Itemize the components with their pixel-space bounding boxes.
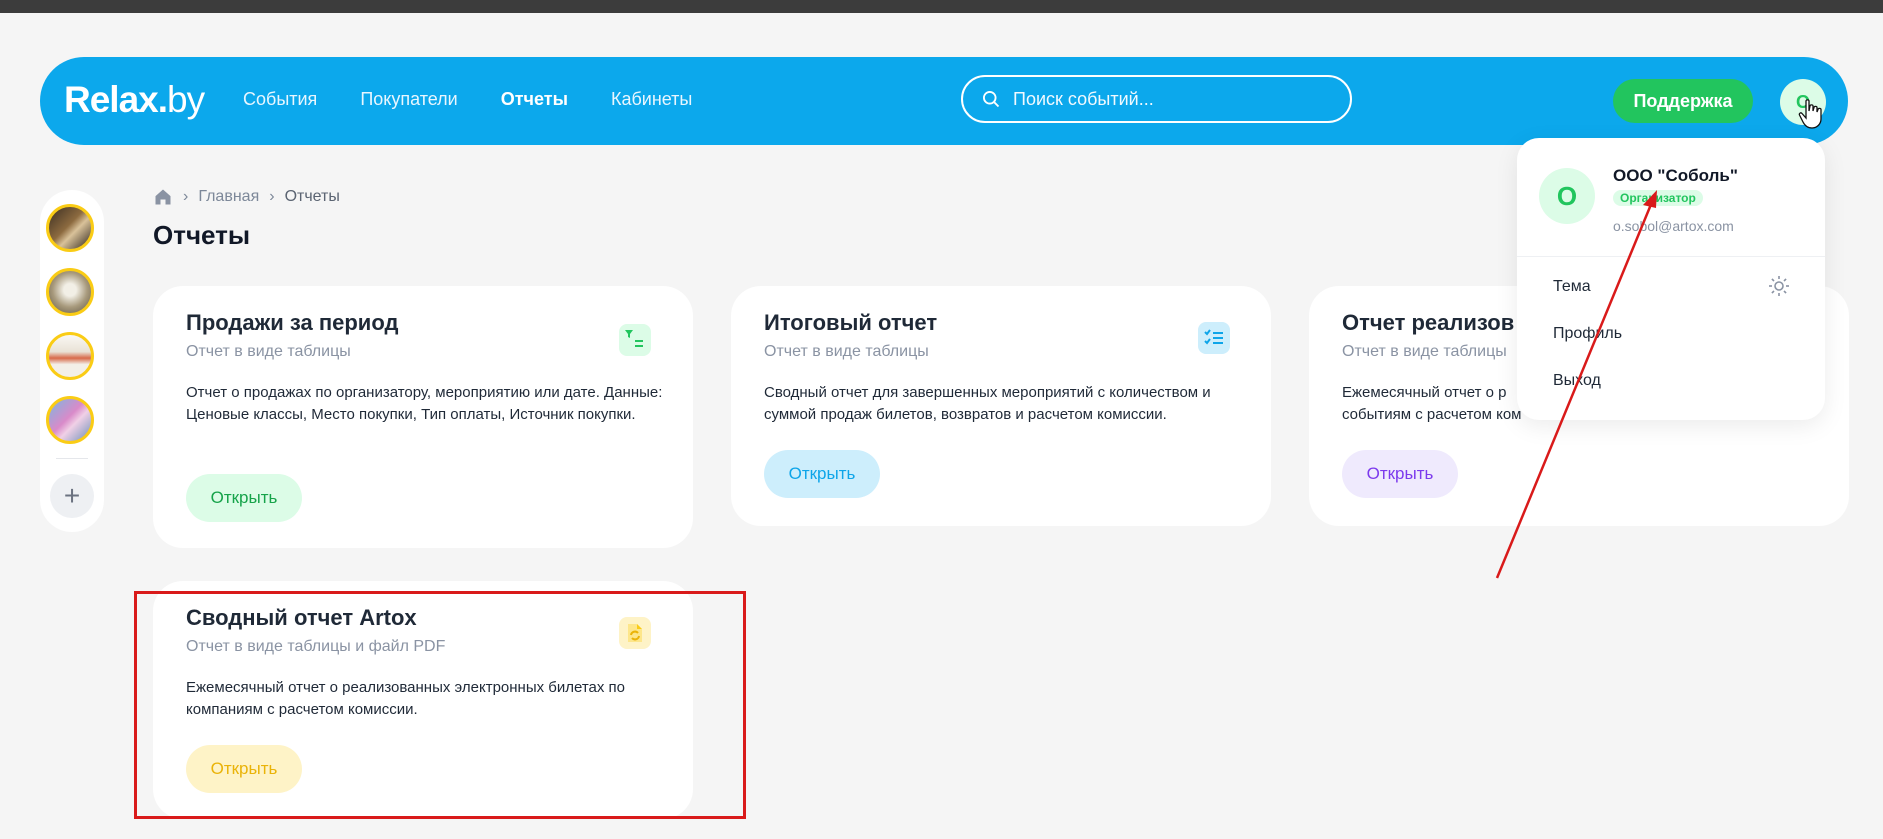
card-title: Итоговый отчет [764, 310, 938, 335]
card-description: Отчет о продажах по организатору, меропр… [186, 384, 663, 423]
role-badge: Организатор [1613, 190, 1703, 206]
filter-list-icon [619, 324, 651, 356]
venue-thumb-1[interactable] [46, 204, 94, 252]
card-title: Продажи за период [186, 310, 399, 335]
app-header: Relax.by События Покупатели Отчеты Кабин… [40, 57, 1848, 145]
nav-cabinets[interactable]: Кабинеты [611, 89, 692, 110]
breadcrumb-current: Отчеты [284, 188, 340, 205]
nav-reports[interactable]: Отчеты [501, 89, 568, 110]
card-subtitle: Отчет в виде таблицы [186, 343, 351, 360]
card-description: Сводный отчет для завершенных мероприяти… [764, 384, 1211, 423]
logo[interactable]: Relax.by [64, 79, 205, 121]
plus-icon: + [63, 480, 81, 511]
page-title: Отчеты [153, 220, 251, 250]
chevron-right-icon: › [183, 188, 189, 205]
add-venue-button[interactable]: + [50, 474, 94, 518]
chevron-right-icon: › [269, 188, 275, 205]
search-input[interactable] [1011, 87, 1335, 111]
menu-item-logout[interactable]: Выход [1553, 372, 1601, 390]
card-subtitle: Отчет в виде таблицы [764, 343, 929, 360]
card-subtitle: Отчет в виде таблицы [1342, 343, 1507, 360]
menu-item-profile[interactable]: Профиль [1553, 325, 1622, 343]
search-box[interactable] [961, 75, 1352, 123]
dropdown-avatar: О [1539, 168, 1595, 224]
venue-thumb-2[interactable] [46, 268, 94, 316]
breadcrumb-home[interactable]: Главная [198, 188, 259, 206]
support-button[interactable]: Поддержка [1613, 79, 1753, 123]
search-icon [983, 91, 1000, 108]
open-button[interactable]: Открыть [1342, 450, 1458, 498]
organization-name: ООО "Соболь" [1613, 166, 1738, 185]
user-dropdown-menu: О ООО "Соболь" Организатор o.sobol@artox… [1517, 138, 1825, 420]
breadcrumb: › Главная › Отчеты [153, 187, 340, 207]
main-nav: События Покупатели Отчеты Кабинеты [243, 89, 692, 110]
open-button[interactable]: Открыть [764, 450, 880, 498]
card-title: Отчет реализов [1342, 310, 1515, 335]
venue-thumb-3[interactable] [46, 332, 94, 380]
open-button[interactable]: Открыть [186, 474, 302, 522]
user-email: o.sobol@artox.com [1613, 218, 1734, 234]
report-card-summary: Итоговый отчет Отчет в виде таблицы Свод… [731, 286, 1271, 526]
window-top-strip [0, 0, 1883, 13]
rail-divider [56, 458, 88, 459]
dropdown-divider [1517, 256, 1825, 257]
nav-events[interactable]: События [243, 89, 317, 110]
home-icon[interactable] [153, 187, 173, 207]
nav-buyers[interactable]: Покупатели [360, 89, 457, 110]
venue-thumb-4[interactable] [46, 396, 94, 444]
report-card-sales-period: Продажи за период Отчет в виде таблицы О… [153, 286, 693, 548]
checklist-icon [1198, 322, 1230, 354]
highlight-annotation [134, 591, 746, 819]
sun-icon[interactable] [1767, 274, 1791, 298]
hand-cursor-icon [1798, 99, 1822, 129]
menu-item-theme[interactable]: Тема [1553, 278, 1591, 296]
